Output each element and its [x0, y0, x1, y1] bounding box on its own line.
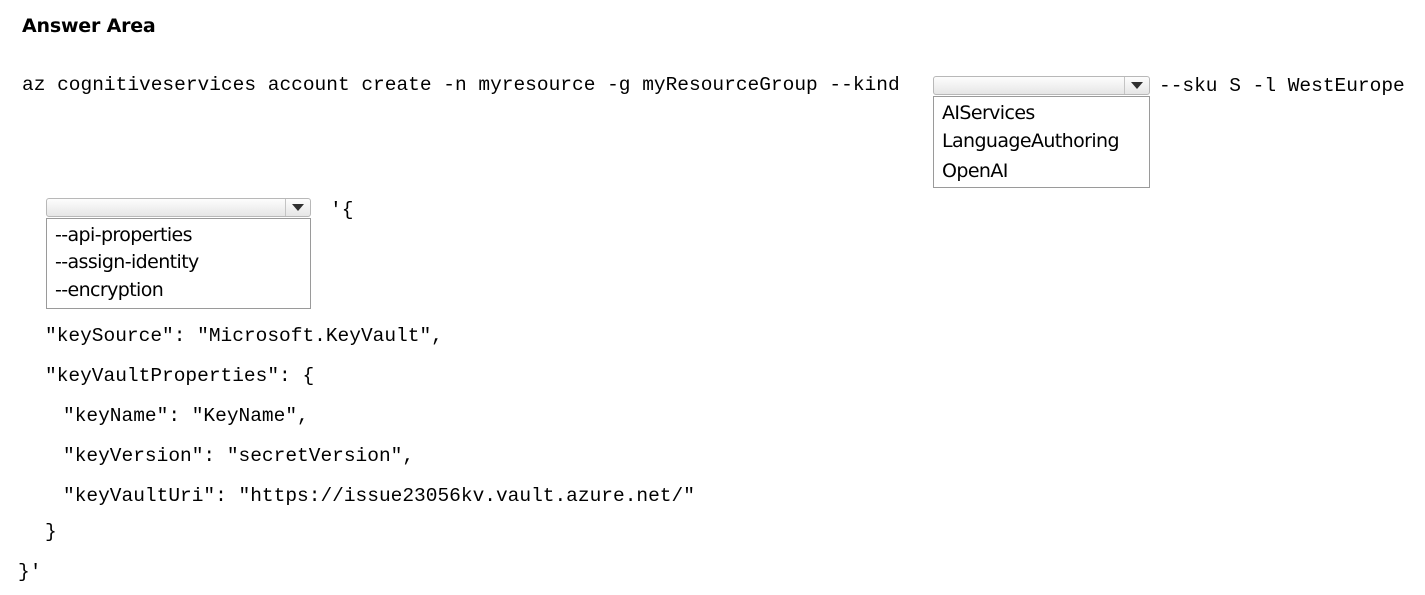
- json-line-keyvaulturi: "keyVaultUri": "https://issue23056kv.vau…: [63, 485, 695, 507]
- kind-option-aiservices[interactable]: AIServices: [942, 102, 1035, 124]
- kind-dropdown[interactable]: [933, 76, 1150, 95]
- json-inner-close-brace: }: [45, 521, 57, 543]
- command-suffix: --sku S -l WestEurope: [1159, 75, 1405, 97]
- json-line-keyname: "keyName": "KeyName",: [63, 405, 309, 427]
- parameter-option-api-properties[interactable]: --api-properties: [55, 224, 193, 246]
- parameter-option-encryption[interactable]: --encryption: [55, 279, 164, 301]
- parameter-option-assign-identity[interactable]: --assign-identity: [55, 251, 199, 273]
- kind-options-list: AIServices LanguageAuthoring OpenAI: [933, 96, 1150, 188]
- json-open-brace: '{: [330, 199, 354, 221]
- json-line-keysource: "keySource": "Microsoft.KeyVault",: [45, 325, 443, 347]
- json-close-brace: }': [18, 561, 42, 583]
- kind-option-openai[interactable]: OpenAI: [942, 160, 1008, 182]
- command-prefix: az cognitiveservices account create -n m…: [22, 74, 900, 96]
- kind-option-languageauthoring[interactable]: LanguageAuthoring: [942, 130, 1120, 152]
- chevron-down-icon[interactable]: [1124, 77, 1149, 94]
- answer-area-heading: Answer Area: [22, 15, 156, 37]
- json-line-keyvaultproperties: "keyVaultProperties": {: [45, 365, 315, 387]
- json-line-keyversion: "keyVersion": "secretVersion",: [63, 445, 415, 467]
- parameter-dropdown[interactable]: [46, 198, 311, 217]
- chevron-down-icon[interactable]: [285, 199, 310, 216]
- parameter-options-list: --api-properties --assign-identity --enc…: [46, 218, 311, 309]
